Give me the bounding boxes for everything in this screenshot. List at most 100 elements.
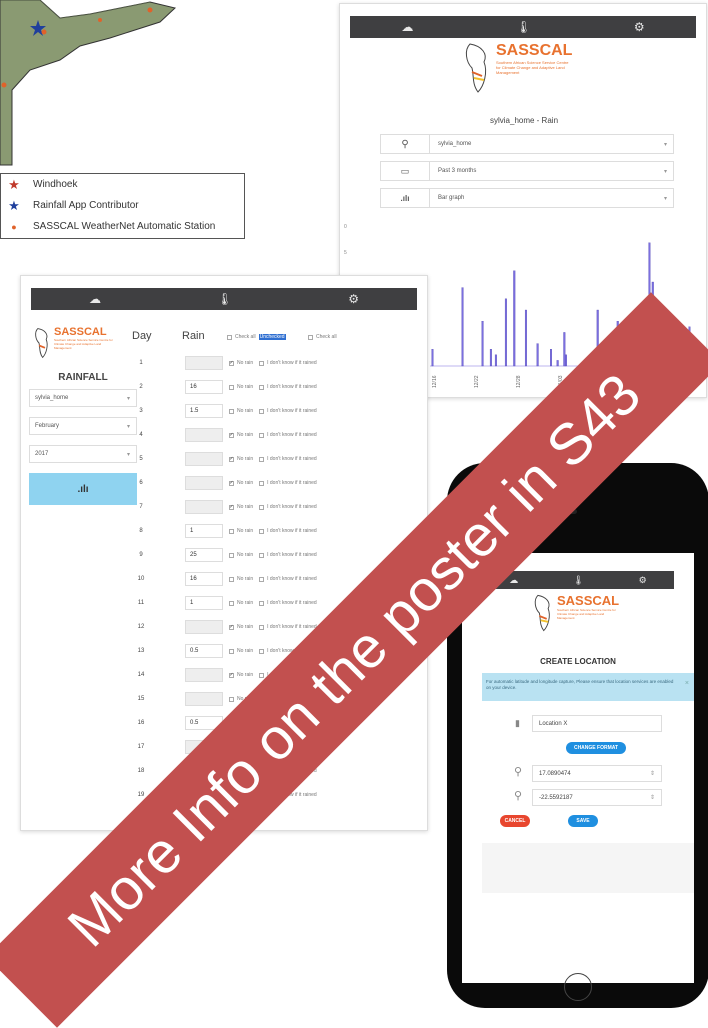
unknown-checkbox[interactable] xyxy=(259,480,265,486)
unknown-rain-option[interactable]: I don't know if it rained xyxy=(259,528,317,534)
year-select[interactable]: 2017 ▾ xyxy=(29,445,137,463)
unknown-checkbox[interactable] xyxy=(259,408,265,414)
no-rain-option[interactable]: ✓ No rain xyxy=(229,624,253,630)
checkbox[interactable] xyxy=(308,334,313,340)
unknown-rain-option[interactable]: I don't know if it rained xyxy=(259,600,317,606)
save-button[interactable]: SAVE xyxy=(568,815,598,827)
unknown-checkbox[interactable] xyxy=(259,456,265,462)
graph-location-select[interactable]: ⚲ sylvia_home ▾ xyxy=(380,134,674,154)
longitude-input[interactable]: -22.5592187 ⇕ xyxy=(532,789,662,806)
stepper-icon[interactable]: ⇕ xyxy=(650,770,655,777)
location-name-input[interactable]: Location X xyxy=(532,715,662,732)
unknown-rain-option[interactable]: I don't know if it rained xyxy=(259,456,317,462)
no-rain-checkbox[interactable]: ✓ xyxy=(229,624,234,630)
change-format-button[interactable]: CHANGE FORMAT xyxy=(566,742,626,754)
no-rain-checkbox[interactable]: ✓ xyxy=(229,360,234,366)
no-rain-option[interactable]: No rain xyxy=(229,648,253,654)
unknown-checkbox[interactable] xyxy=(259,600,265,606)
unknown-rain-option[interactable]: I don't know if it rained xyxy=(259,432,317,438)
rain-amount-input[interactable] xyxy=(185,476,223,490)
no-rain-option[interactable]: ✓ No rain xyxy=(229,360,253,366)
no-rain-option[interactable]: No rain xyxy=(229,600,253,606)
close-icon[interactable]: × xyxy=(685,680,689,687)
no-rain-option[interactable]: ✓ No rain xyxy=(229,672,253,678)
rain-amount-input[interactable] xyxy=(185,620,223,634)
no-rain-option[interactable]: ✓ No rain xyxy=(229,432,253,438)
stepper-icon[interactable]: ⇕ xyxy=(650,794,655,801)
rain-amount-input[interactable]: 16 xyxy=(185,380,223,394)
no-rain-checkbox[interactable] xyxy=(229,528,234,534)
no-rain-checkbox[interactable]: ✓ xyxy=(229,504,234,510)
rain-amount-input[interactable]: 25 xyxy=(185,548,223,562)
no-rain-option[interactable]: No rain xyxy=(229,384,253,390)
unknown-rain-option[interactable]: I don't know if it rained xyxy=(259,384,317,390)
rain-amount-input[interactable] xyxy=(185,428,223,442)
no-rain-checkbox[interactable] xyxy=(229,696,234,702)
no-rain-checkbox[interactable] xyxy=(229,384,234,390)
rain-amount-input[interactable] xyxy=(185,356,223,370)
rain-amount-input[interactable] xyxy=(185,668,223,682)
unknown-rain-option[interactable]: I don't know if it rained xyxy=(259,408,317,414)
rain-amount-input[interactable]: 0.5 xyxy=(185,644,223,658)
no-rain-checkbox[interactable] xyxy=(229,552,234,558)
no-rain-option[interactable]: ✓ No rain xyxy=(229,480,253,486)
month-select[interactable]: February ▾ xyxy=(29,417,137,435)
settings-icon[interactable]: ⚙ xyxy=(639,575,647,586)
unknown-checkbox[interactable] xyxy=(259,672,265,678)
rain-amount-input[interactable] xyxy=(185,500,223,514)
unknown-rain-option[interactable]: I don't know if it rained xyxy=(259,480,317,486)
no-rain-checkbox[interactable] xyxy=(229,648,234,654)
no-rain-checkbox[interactable] xyxy=(229,408,234,414)
settings-icon[interactable]: ⚙ xyxy=(348,292,359,306)
rain-amount-input[interactable]: 16 xyxy=(185,572,223,586)
unknown-checkbox[interactable] xyxy=(259,384,265,390)
cancel-button[interactable]: CANCEL xyxy=(500,815,530,827)
unknown-checkbox[interactable] xyxy=(259,504,265,510)
no-rain-option[interactable]: No rain xyxy=(229,528,253,534)
show-graph-button[interactable]: .ılı xyxy=(29,473,137,505)
unknown-rain-option[interactable]: I don't know if it rained xyxy=(259,552,317,558)
no-rain-option[interactable]: No rain xyxy=(229,576,253,582)
rain-amount-input[interactable]: 1.5 xyxy=(185,404,223,418)
unknown-checkbox[interactable] xyxy=(259,624,265,630)
rain-amount-input[interactable]: 1 xyxy=(185,524,223,538)
rain-amount-input[interactable] xyxy=(185,452,223,466)
unknown-rain-option[interactable]: I don't know if it rained xyxy=(259,504,317,510)
no-rain-option[interactable]: ✓ No rain xyxy=(229,504,253,510)
no-rain-checkbox[interactable] xyxy=(229,600,234,606)
cloud-rain-icon[interactable]: ☁ xyxy=(401,20,413,34)
unknown-checkbox[interactable] xyxy=(259,432,265,438)
latitude-input[interactable]: 17.0890474 ⇕ xyxy=(532,765,662,782)
graph-period-select[interactable]: ▭ Past 3 months ▾ xyxy=(380,161,674,181)
checkbox[interactable] xyxy=(227,334,232,340)
unknown-rain-option[interactable]: I don't know if it rained xyxy=(259,576,317,582)
no-rain-checkbox[interactable]: ✓ xyxy=(229,672,234,678)
check-all[interactable]: Check all xyxy=(308,334,337,340)
no-rain-option[interactable]: No rain xyxy=(229,408,253,414)
no-rain-checkbox[interactable]: ✓ xyxy=(229,480,234,486)
unknown-rain-option[interactable]: I don't know if it rained xyxy=(259,360,317,366)
rain-amount-input[interactable] xyxy=(185,692,223,706)
thermometer-icon[interactable]: 🌡 xyxy=(217,292,232,306)
rain-location-select[interactable]: sylvia_home ▾ xyxy=(29,389,137,407)
cloud-rain-icon[interactable]: ☁ xyxy=(89,292,101,306)
unknown-checkbox[interactable] xyxy=(259,528,265,534)
unknown-checkbox[interactable] xyxy=(259,552,265,558)
settings-icon[interactable]: ⚙ xyxy=(634,20,645,34)
graph-type-select[interactable]: .ılı Bar graph ▾ xyxy=(380,188,674,208)
thermometer-icon[interactable]: 🌡 xyxy=(516,20,531,34)
unknown-checkbox[interactable] xyxy=(259,648,265,654)
no-rain-option[interactable]: No rain xyxy=(229,552,253,558)
no-rain-checkbox[interactable]: ✓ xyxy=(229,432,234,438)
no-rain-checkbox[interactable] xyxy=(229,576,234,582)
check-all-unchecked[interactable]: Check all Unchecked xyxy=(227,334,286,340)
unknown-checkbox[interactable] xyxy=(259,360,265,366)
no-rain-checkbox[interactable]: ✓ xyxy=(229,456,234,462)
rain-amount-input[interactable]: 1 xyxy=(185,596,223,610)
unknown-rain-option[interactable]: I don't know if it rained xyxy=(259,624,317,630)
thermometer-icon[interactable]: 🌡 xyxy=(573,575,584,586)
cloud-rain-icon[interactable]: ☁ xyxy=(509,575,518,586)
no-rain-option[interactable]: ✓ No rain xyxy=(229,456,253,462)
unknown-checkbox[interactable] xyxy=(259,576,265,582)
home-button[interactable] xyxy=(564,973,592,1001)
